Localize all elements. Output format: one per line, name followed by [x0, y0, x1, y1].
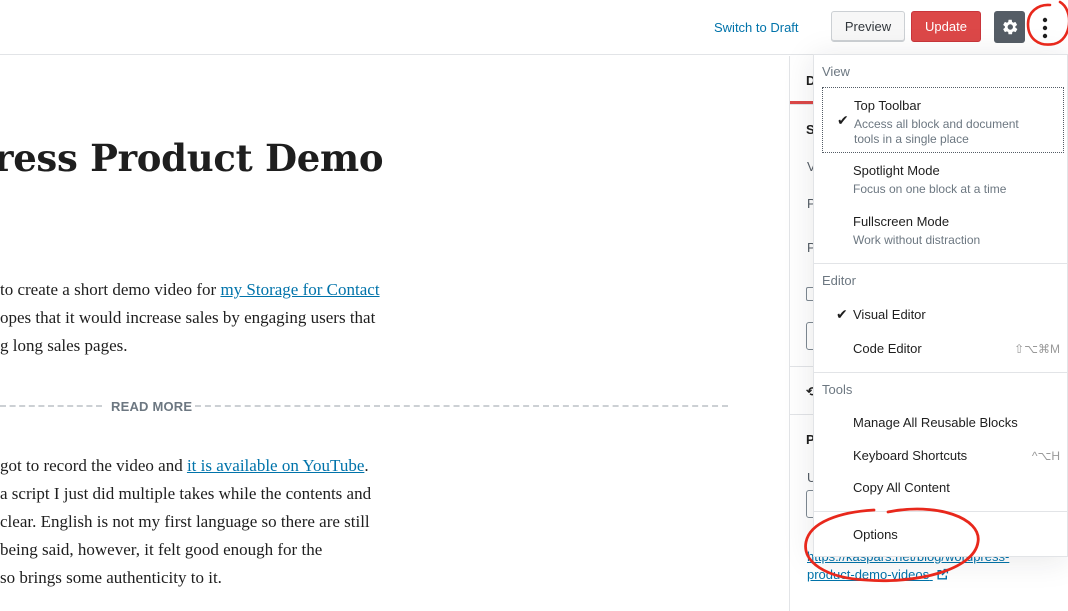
editor-header: Switch to Draft Preview Update: [0, 0, 1068, 55]
paragraph-text: so brings some authenticity to it.: [0, 568, 222, 587]
paragraph-text: g long sales pages.: [0, 336, 128, 355]
menu-group-label-view: View: [822, 64, 850, 79]
menu-group-label-editor: Editor: [822, 273, 856, 288]
paragraph-block[interactable]: to create a short demo video for my Stor…: [0, 276, 380, 360]
menu-item-manage-reusable-blocks[interactable]: Manage All Reusable Blocks: [822, 408, 1064, 438]
menu-item-options[interactable]: Options: [822, 520, 1064, 550]
menu-divider: [814, 511, 1068, 512]
read-more-block[interactable]: READ MORE: [0, 396, 728, 416]
menu-divider: [814, 372, 1068, 373]
read-more-divider: [195, 405, 728, 407]
menu-item-keyboard-shortcuts[interactable]: Keyboard Shortcuts ^⌥H: [822, 441, 1064, 471]
menu-item-visual-editor[interactable]: ✔ Visual Editor: [822, 300, 1064, 330]
post-title[interactable]: ress Product Demo: [0, 136, 384, 180]
paragraph-text: a script I just did multiple takes while…: [0, 484, 372, 503]
paragraph-text: got to record the video and: [0, 456, 187, 475]
paragraph-text: .: [364, 456, 369, 475]
paragraph-text: to create a short demo video for: [0, 280, 221, 299]
more-tools-menu: View ✔ Top Toolbar Access all block and …: [813, 54, 1068, 557]
read-more-label: READ MORE: [111, 399, 193, 414]
editor-canvas[interactable]: ress Product Demo to create a short demo…: [0, 56, 788, 611]
menu-item-top-toolbar[interactable]: ✔ Top Toolbar Access all block and docum…: [822, 87, 1064, 153]
gear-icon: [1003, 19, 1018, 35]
menu-item-spotlight-mode[interactable]: Spotlight Mode Focus on one block at a t…: [822, 156, 1064, 202]
paragraph-block[interactable]: got to record the video and it is availa…: [0, 452, 371, 592]
settings-button[interactable]: [994, 11, 1025, 43]
menu-item-code-editor[interactable]: Code Editor ⇧⌥⌘M: [822, 334, 1064, 364]
paragraph-text: opes that it would increase sales by eng…: [0, 308, 376, 327]
vertical-ellipsis-icon: [1042, 17, 1048, 39]
paragraph-text: clear. English is not my first language …: [0, 512, 370, 531]
paragraph-text: being said, however, it felt good enough…: [0, 540, 323, 559]
menu-divider: [814, 263, 1068, 264]
preview-button[interactable]: Preview: [831, 11, 905, 42]
youtube-link[interactable]: it is available on YouTube: [187, 456, 364, 475]
storage-link[interactable]: my Storage for Contact: [220, 280, 379, 299]
switch-to-draft-button[interactable]: Switch to Draft: [706, 17, 807, 39]
check-icon: ✔: [837, 112, 849, 128]
menu-item-copy-all-content[interactable]: Copy All Content: [822, 473, 1064, 503]
check-icon: ✔: [836, 306, 848, 322]
read-more-divider: [0, 405, 102, 407]
menu-group-label-tools: Tools: [822, 382, 853, 397]
shortcut-hint: ⇧⌥⌘M: [1014, 342, 1060, 356]
menu-item-fullscreen-mode[interactable]: Fullscreen Mode Work without distraction: [822, 207, 1064, 253]
permalink-link[interactable]: product-demo-videos: [807, 566, 949, 584]
more-tools-button[interactable]: [1031, 9, 1061, 45]
shortcut-hint: ^⌥H: [1031, 449, 1060, 463]
update-button[interactable]: Update: [911, 11, 981, 42]
external-link-icon: [937, 568, 948, 580]
